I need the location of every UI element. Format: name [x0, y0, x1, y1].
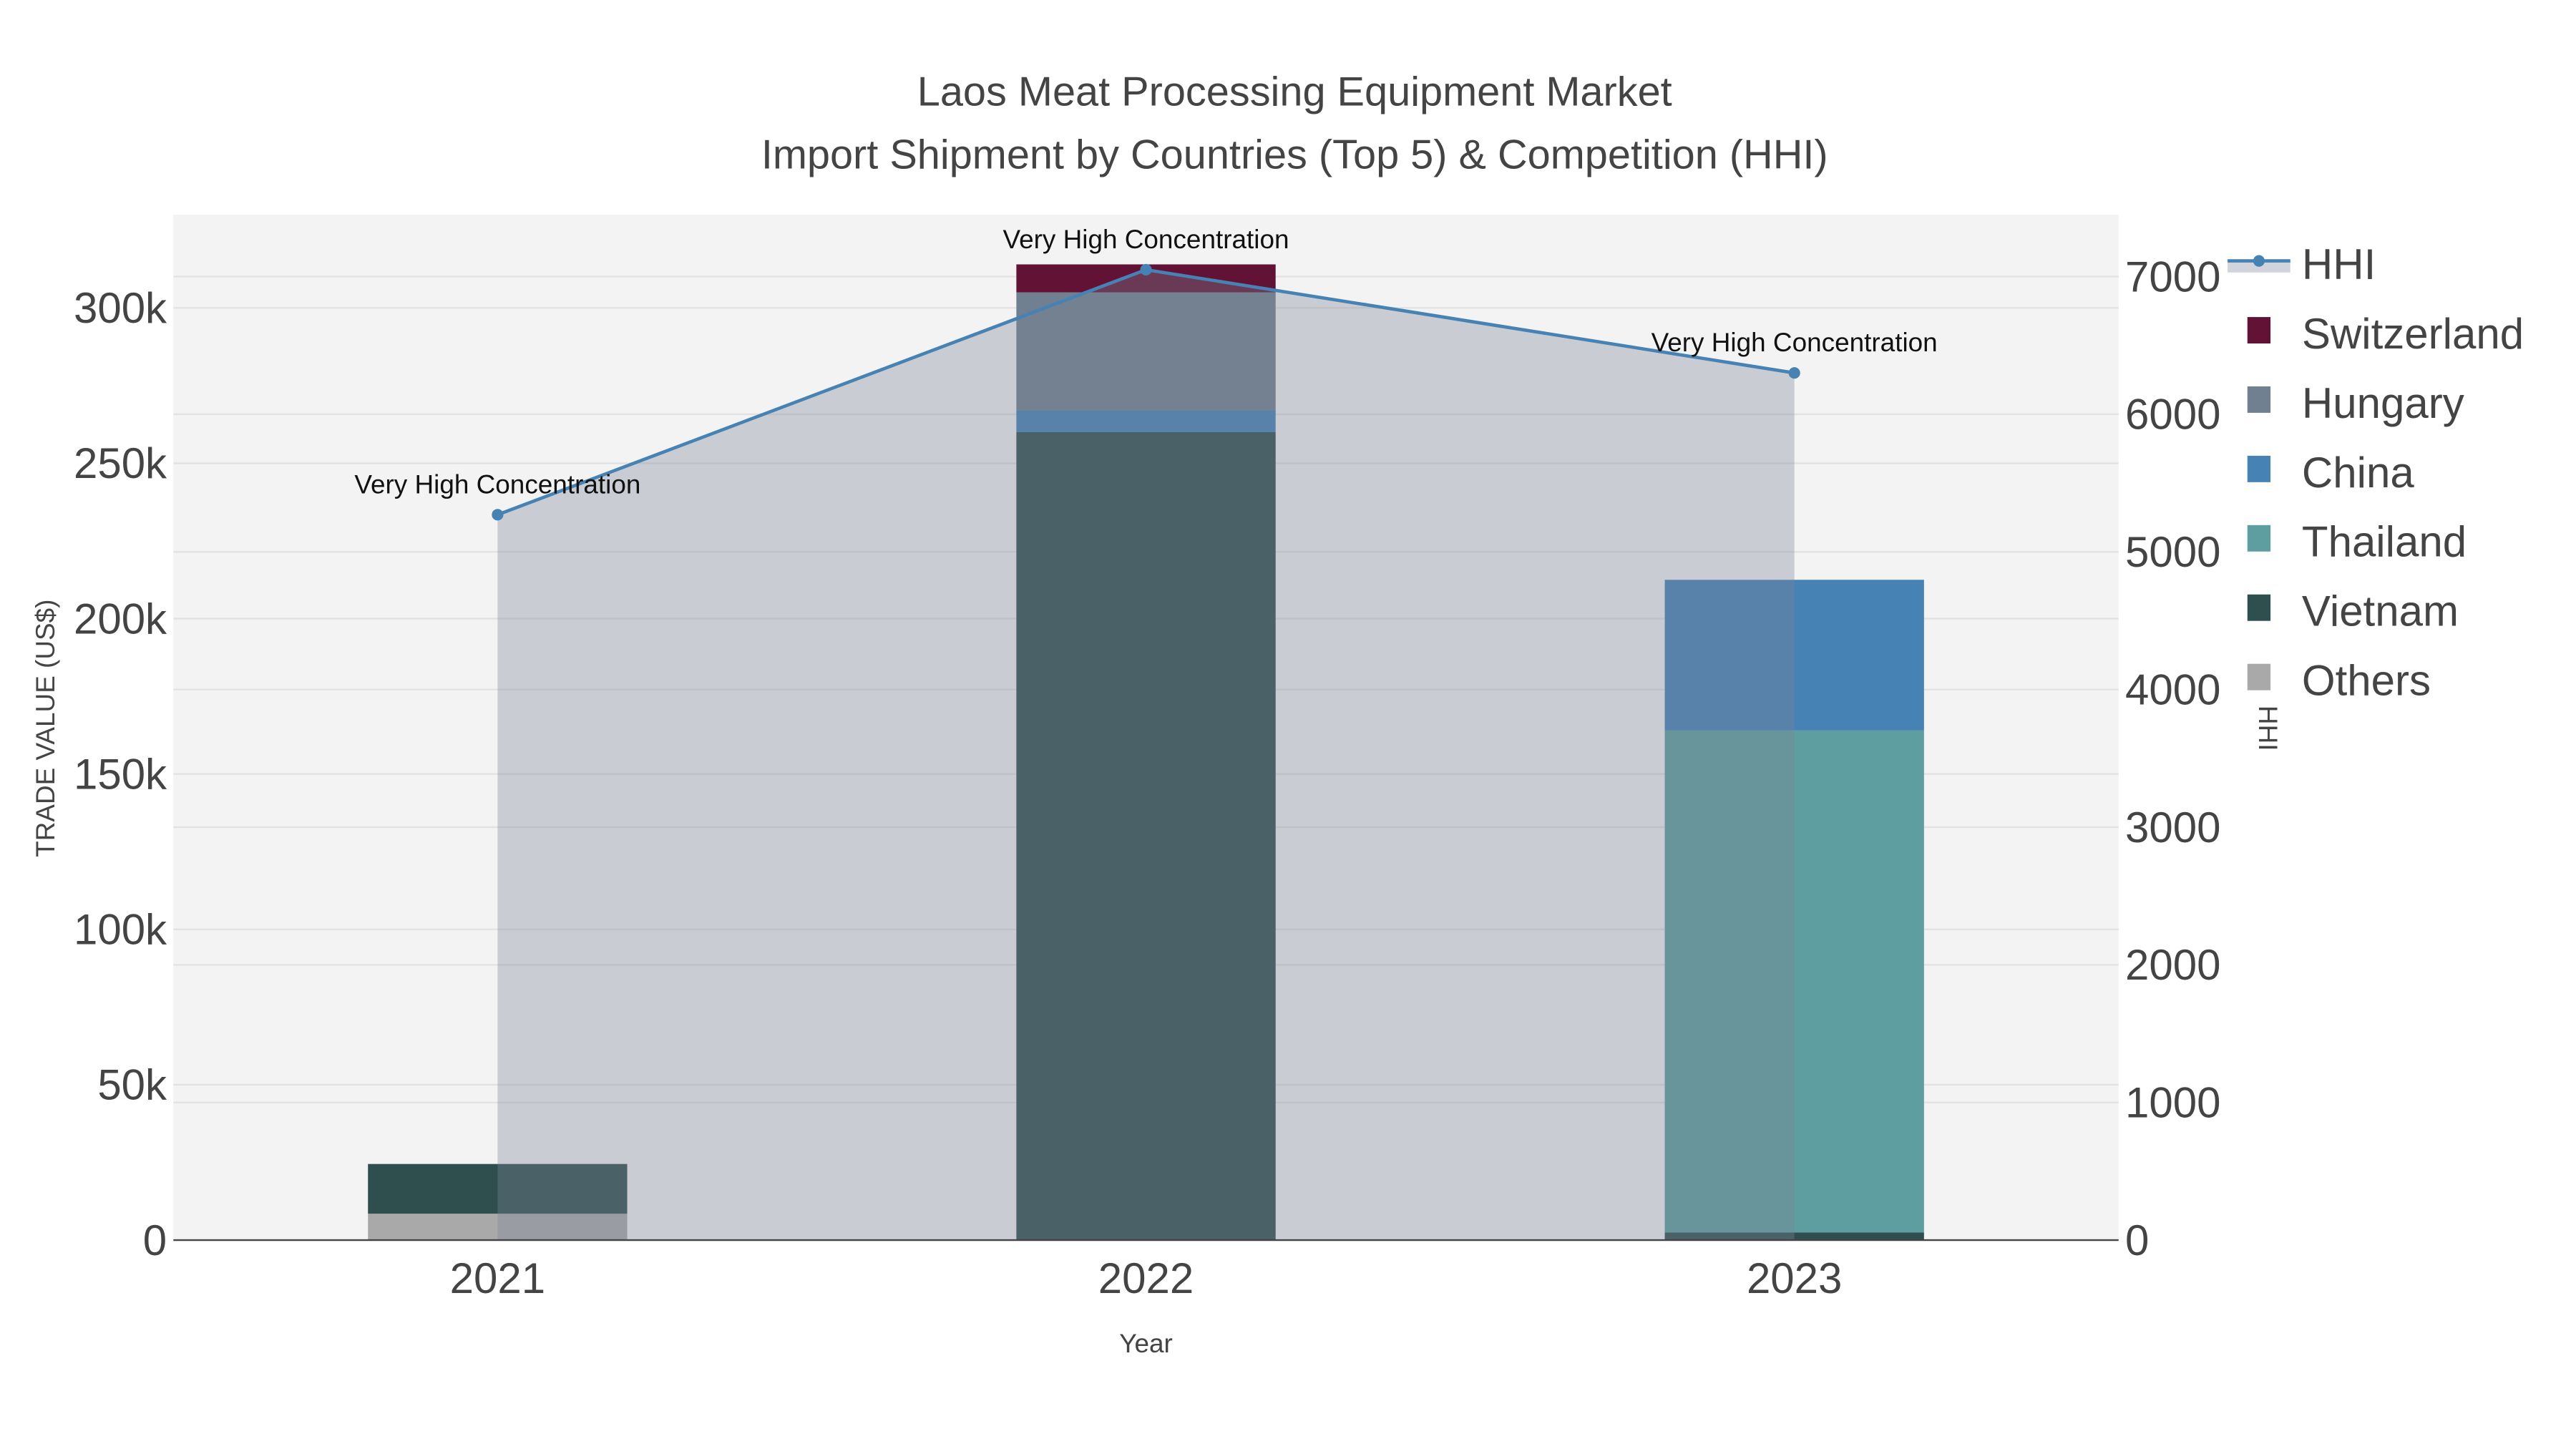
legend-item-others[interactable]: Others	[2247, 657, 2431, 705]
legend-item-hhi[interactable]: HHI	[2228, 240, 2376, 288]
legend: HHI Switzerland Hungary China Thailand Vietna…	[2228, 240, 2524, 705]
hhi-annotation: Very High Concentration	[1003, 225, 1289, 254]
y2-tick-label: 6000	[2125, 391, 2220, 439]
y-axis-title: TRADE VALUE (US$)	[31, 600, 60, 857]
legend-swatch	[2247, 386, 2271, 413]
chart-title-line2: Import Shipment by Countries (Top 5) & C…	[761, 132, 1828, 177]
legend-swatch	[2247, 525, 2271, 552]
x-tick-label: 2023	[1747, 1254, 1842, 1302]
y2-tick-label: 0	[2125, 1216, 2149, 1264]
legend-swatch	[2247, 455, 2271, 482]
legend-label: Others	[2302, 657, 2431, 705]
y2-tick-label: 5000	[2125, 528, 2220, 576]
legend-label: Switzerland	[2302, 310, 2524, 358]
y-tick-label: 250k	[74, 439, 167, 487]
y-tick-label: 150k	[74, 750, 167, 798]
y2-tick-label: 1000	[2125, 1078, 2220, 1126]
hhi-annotation: Very High Concentration	[1652, 328, 1938, 357]
hhi-point-2023[interactable]	[1788, 367, 1800, 379]
chart: Very High Concentration Very High Concent…	[31, 69, 2524, 1358]
legend-item-thailand[interactable]: Thailand	[2247, 518, 2467, 566]
y-tick-label: 300k	[74, 284, 167, 332]
legend-item-china[interactable]: China	[2247, 449, 2415, 497]
x-axis-title: Year	[1119, 1329, 1173, 1358]
y2-tick-label: 3000	[2125, 804, 2220, 852]
legend-label: Hungary	[2302, 379, 2464, 427]
y2-tick-label: 7000	[2125, 253, 2220, 301]
legend-item-switzerland[interactable]: Switzerland	[2247, 310, 2524, 358]
legend-swatch	[2247, 663, 2271, 691]
y-tick-label: 50k	[97, 1061, 167, 1109]
hhi-point-2021[interactable]	[492, 509, 504, 521]
chart-title-line1: Laos Meat Processing Equipment Market	[917, 69, 1672, 115]
y-tick-label: 100k	[74, 906, 167, 954]
hhi-point-2022[interactable]	[1140, 263, 1152, 276]
legend-label: HHI	[2302, 240, 2376, 288]
legend-label: China	[2302, 449, 2414, 497]
y2-tick-label: 2000	[2125, 941, 2220, 989]
hhi-annotation: Very High Concentration	[354, 469, 640, 499]
legend-label: Thailand	[2302, 518, 2467, 566]
x-tick-label: 2021	[450, 1254, 545, 1302]
y-tick-label: 0	[143, 1216, 167, 1264]
legend-swatch	[2247, 594, 2271, 621]
x-tick-label: 2022	[1098, 1254, 1194, 1302]
y-tick-label: 200k	[74, 595, 167, 643]
legend-item-vietnam[interactable]: Vietnam	[2247, 587, 2459, 635]
legend-item-hungary[interactable]: Hungary	[2247, 379, 2464, 427]
y2-axis-title: HHI	[2253, 706, 2283, 751]
legend-label: Vietnam	[2302, 587, 2459, 635]
legend-swatch	[2247, 317, 2271, 343]
y2-tick-label: 4000	[2125, 665, 2220, 713]
